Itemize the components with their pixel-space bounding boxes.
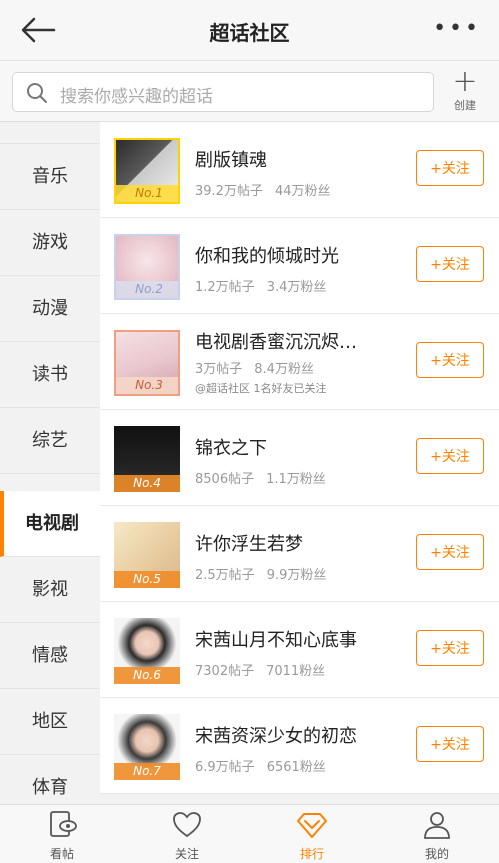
topic-name: 锦衣之下 [195,438,267,459]
follow-button[interactable]: +关注 [416,246,484,282]
topic-name: 电视剧香蜜沉沉烬… [195,332,357,353]
category-sidebar: CP 音乐 游戏 动漫 读书 综艺 电视剧 影视 情感 地区 体育 [0,122,100,804]
follow-button[interactable]: +关注 [416,438,484,474]
topic-thumbnail: No.1 [114,138,180,204]
more-options-icon[interactable]: ••• [433,16,481,41]
create-label: 创建 [454,99,476,112]
post-count: 6.9万帖子 [195,760,255,775]
topic-stats: 2.5万帖子 9.9万粉丝 [195,564,338,583]
diamond-icon [297,813,327,838]
sidebar-item-film[interactable]: 影视 [0,557,100,623]
topic-stats: 39.2万帖子 44万粉丝 [195,180,343,199]
follow-button[interactable]: +关注 [416,630,484,666]
friend-follow-note: @超话社区 1名好友已关注 [195,382,327,395]
post-count: 2.5万帖子 [195,568,255,583]
plus-icon: + [452,64,478,99]
tab-following[interactable]: 关注 [125,805,249,863]
rank-badge: No.2 [116,281,178,298]
search-input[interactable]: 搜索你感兴趣的超话 [12,72,434,112]
tab-me[interactable]: 我的 [375,805,499,863]
search-bar: 搜索你感兴趣的超话 + 创建 [0,61,499,122]
rank-badge: No.1 [116,185,178,202]
sidebar-item-books[interactable]: 读书 [0,342,100,408]
topic-name: 你和我的倾城时光 [195,246,339,267]
rank-badge: No.7 [114,763,180,780]
rank-badge: No.6 [114,667,180,684]
list-item[interactable]: No.5 许你浮生若梦 2.5万帖子 9.9万粉丝 +关注 [100,506,499,602]
post-count: 8506帖子 [195,472,255,487]
follow-button[interactable]: +关注 [416,726,484,762]
topic-name: 剧版镇魂 [195,150,267,171]
fan-count: 6561粉丝 [266,760,326,775]
post-count: 1.2万帖子 [195,280,255,295]
sidebar-item-tv-drama[interactable]: 电视剧 [0,491,100,557]
topic-thumbnail: No.7 [114,714,180,780]
header: 超话社区 ••• [0,0,499,61]
follow-button[interactable]: +关注 [416,150,484,186]
topic-name: 宋茜山月不知心底事 [195,630,357,651]
tab-look-posts[interactable]: 看帖 [0,805,124,863]
tab-label: 我的 [424,847,449,861]
sidebar-item-anime[interactable]: 动漫 [0,276,100,342]
sidebar-item-sports[interactable]: 体育 [0,755,100,804]
topic-stats: 8506帖子 1.1万粉丝 [195,468,338,487]
post-count: 7302帖子 [195,664,255,679]
search-icon [27,83,47,103]
sidebar-item-variety[interactable]: 综艺 [0,408,100,474]
fan-count: 7011粉丝 [266,664,326,679]
fan-count: 8.4万粉丝 [254,362,314,377]
list-item[interactable]: No.6 宋茜山月不知心底事 7302帖子 7011粉丝 +关注 [100,602,499,698]
sidebar-item-region[interactable]: 地区 [0,689,100,755]
sidebar-item-emotion[interactable]: 情感 [0,623,100,689]
create-button[interactable]: + 创建 [445,67,485,113]
fan-count: 9.9万粉丝 [266,568,327,583]
topic-stats: 3万帖子 8.4万粉丝 [195,358,326,377]
sidebar-item-games[interactable]: 游戏 [0,210,100,276]
follow-button[interactable]: +关注 [416,534,484,570]
topic-stats: 1.2万帖子 3.4万粉丝 [195,276,338,295]
eye-doc-icon [50,811,77,837]
rank-badge: No.5 [114,571,180,588]
list-item[interactable]: No.4 锦衣之下 8506帖子 1.1万粉丝 +关注 [100,410,499,506]
follow-button[interactable]: +关注 [416,342,484,378]
sidebar-item-music[interactable]: 音乐 [0,144,100,210]
topic-thumbnail: No.4 [114,426,180,492]
tab-label: 关注 [174,847,199,861]
post-count: 39.2万帖子 [195,184,263,199]
person-icon [424,812,450,839]
list-item[interactable]: No.1 剧版镇魂 39.2万帖子 44万粉丝 +关注 [100,122,499,218]
bottom-tab-bar: 看帖 关注 排行 我的 [0,804,499,863]
topic-thumbnail: No.5 [114,522,180,588]
sidebar-item-cp[interactable]: CP [0,122,100,144]
rank-badge: No.3 [116,377,178,394]
topic-thumbnail: No.2 [114,234,180,300]
search-placeholder: 搜索你感兴趣的超话 [60,87,213,107]
page-title: 超话社区 [209,21,290,45]
tab-ranking[interactable]: 排行 [250,805,374,863]
fan-count: 1.1万粉丝 [266,472,326,487]
post-count: 3万帖子 [195,362,243,377]
topic-name: 许你浮生若梦 [195,534,303,555]
heart-icon [173,812,201,838]
topic-name: 宋茜资深少女的初恋 [195,726,357,747]
topic-list: No.1 剧版镇魂 39.2万帖子 44万粉丝 +关注 No.2 你和我的倾城时光… [100,122,499,804]
list-item[interactable]: No.7 宋茜资深少女的初恋 6.9万帖子 6561粉丝 +关注 [100,698,499,794]
fan-count: 44万粉丝 [274,184,331,199]
list-item[interactable]: No.3 电视剧香蜜沉沉烬… 3万帖子 8.4万粉丝 @超话社区 1名好友已关注 … [100,314,499,410]
tab-label: 排行 [299,847,324,861]
topic-thumbnail: No.6 [114,618,180,684]
list-item[interactable]: No.2 你和我的倾城时光 1.2万帖子 3.4万粉丝 +关注 [100,218,499,314]
rank-badge: No.4 [114,475,180,492]
topic-stats: 6.9万帖子 6561粉丝 [195,756,338,775]
topic-thumbnail: No.3 [114,330,180,396]
topic-stats: 7302帖子 7011粉丝 [195,660,337,679]
fan-count: 3.4万粉丝 [266,280,327,295]
tab-label: 看帖 [49,847,74,861]
